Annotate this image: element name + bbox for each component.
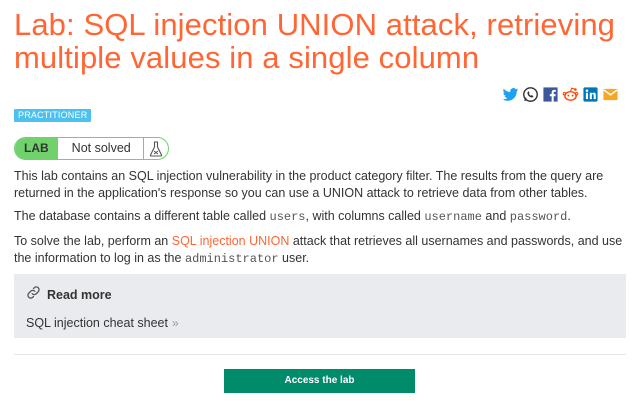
code-administrator: administrator bbox=[184, 252, 279, 266]
description-paragraph-2: The database contains a different table … bbox=[14, 208, 628, 226]
share-bar bbox=[502, 86, 619, 103]
code-username: username bbox=[424, 210, 482, 224]
divider bbox=[14, 354, 626, 355]
email-icon[interactable] bbox=[602, 86, 619, 103]
text-segment: and bbox=[481, 209, 510, 223]
read-more-title: Read more bbox=[47, 288, 112, 302]
twitter-icon[interactable] bbox=[502, 86, 519, 103]
linkedin-icon[interactable] bbox=[582, 86, 599, 103]
description-paragraph-3: To solve the lab, perform an SQL injecti… bbox=[14, 233, 628, 268]
sql-injection-union-link[interactable]: SQL injection UNION bbox=[172, 234, 290, 248]
text-segment: . bbox=[567, 209, 571, 223]
access-the-lab-button[interactable]: Access the lab bbox=[224, 369, 415, 393]
cheat-sheet-link-label[interactable]: SQL injection cheat sheet bbox=[26, 316, 168, 330]
description-paragraph-1: This lab contains an SQL injection vulne… bbox=[14, 169, 604, 200]
code-users: users bbox=[269, 210, 306, 224]
lab-status-widget: LAB Not solved bbox=[14, 137, 169, 160]
level-badge: PRACTITIONER bbox=[14, 109, 92, 122]
cheat-sheet-link[interactable]: SQL injection cheat sheet » bbox=[26, 316, 614, 330]
page-title: Lab: SQL injection UNION attack, retriev… bbox=[14, 7, 616, 75]
lab-status-text: Not solved bbox=[58, 138, 144, 159]
whatsapp-icon[interactable] bbox=[522, 86, 539, 103]
read-more-box: Read more SQL injection cheat sheet » bbox=[14, 274, 626, 338]
flask-icon bbox=[144, 138, 168, 159]
reddit-icon[interactable] bbox=[562, 86, 579, 103]
text-segment: To solve the lab, perform an bbox=[14, 234, 172, 248]
double-chevron-right-icon: » bbox=[172, 316, 179, 330]
text-segment: , with columns called bbox=[305, 209, 425, 223]
lab-tag: LAB bbox=[15, 138, 58, 159]
code-password: password bbox=[509, 210, 568, 224]
link-icon bbox=[26, 285, 41, 305]
facebook-icon[interactable] bbox=[542, 86, 559, 103]
text-segment: The database contains a different table … bbox=[14, 209, 270, 223]
text-segment: user. bbox=[278, 251, 310, 265]
